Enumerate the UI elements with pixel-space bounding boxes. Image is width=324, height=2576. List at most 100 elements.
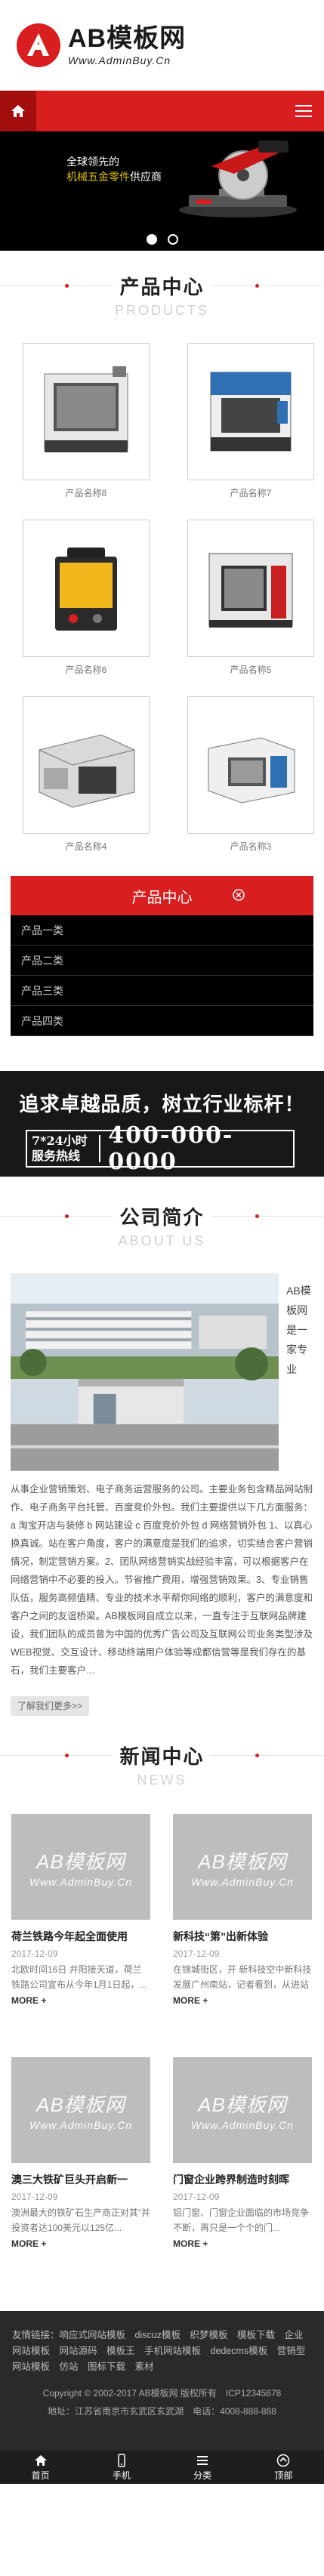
close-icon[interactable]: [232, 888, 245, 902]
news-thumb-watermark: AB模板网: [36, 1849, 125, 1873]
bottom-nav: 首页 手机 分类 顶部: [0, 2451, 324, 2484]
banner-highlight: 机械五金零件: [66, 171, 130, 183]
about-side-text: AB模板网是一家专业: [286, 1285, 311, 1375]
product-card[interactable]: 产品名称5: [187, 520, 314, 677]
hotline-label-line2: 服务热线: [32, 1149, 81, 1163]
category-item[interactable]: 产品一类: [11, 915, 313, 946]
logo-name: AB模板网: [68, 24, 187, 53]
bottom-nav-label: 手机: [112, 2470, 131, 2481]
product-image[interactable]: [187, 343, 314, 480]
about-title: 公司简介: [113, 1202, 211, 1230]
news-thumbnail[interactable]: AB模板网 Www.AdminBuy.Cn: [11, 1814, 150, 1920]
product-name[interactable]: 产品名称4: [23, 840, 150, 853]
product-name[interactable]: 产品名称6: [23, 663, 150, 677]
news-thumbnail[interactable]: AB模板网 Www.AdminBuy.Cn: [173, 1814, 312, 1920]
category-header[interactable]: 产品中心: [11, 876, 313, 915]
news-card[interactable]: AB模板网 Www.AdminBuy.Cn 门窗企业跨界制造时刻晖 2017-1…: [173, 2057, 312, 2300]
news-thumb-url: Www.AdminBuy.Cn: [29, 2118, 133, 2131]
home-icon: [11, 105, 25, 117]
news-title[interactable]: 门窗企业跨界制造时刻晖: [173, 2172, 312, 2189]
news-more-link[interactable]: MORE +: [173, 2238, 312, 2249]
product-image[interactable]: [187, 520, 314, 657]
hotline-number[interactable]: 400-000-0000: [108, 1122, 293, 1175]
product-card[interactable]: 产品名称4: [23, 696, 150, 853]
bottom-nav-label: 首页: [31, 2470, 50, 2481]
news-title[interactable]: 澳三大铁矿巨头开启新一: [11, 2172, 150, 2189]
news-heading: 新闻中心 NEWS: [0, 1716, 324, 1814]
arrow-up-icon: [277, 2454, 290, 2466]
product-image[interactable]: [23, 520, 150, 657]
menu-button[interactable]: [283, 91, 324, 131]
product-name[interactable]: 产品名称5: [187, 663, 314, 677]
list-icon: [197, 2455, 208, 2465]
about-heading: 公司简介 ABOUT US: [0, 1177, 324, 1273]
news-title[interactable]: 新科技“第”出新体验: [173, 1929, 312, 1945]
news-thumbnail[interactable]: AB模板网 Www.AdminBuy.Cn: [11, 2057, 150, 2163]
product-image[interactable]: [187, 696, 314, 834]
news-thumb-watermark: AB模板网: [198, 1849, 287, 1873]
products-title: 产品中心: [113, 272, 211, 300]
product-name[interactable]: 产品名称8: [23, 486, 150, 500]
product-image[interactable]: [23, 696, 150, 834]
bottom-nav-top[interactable]: 顶部: [243, 2451, 324, 2484]
news-thumb-watermark: AB模板网: [198, 2093, 287, 2116]
hotline-banner: 追求卓越品质，树立行业标杆！ 7*24小时 服务热线 400-000-0000: [0, 1071, 324, 1177]
phone-icon: [118, 2453, 125, 2467]
news-thumb-url: Www.AdminBuy.Cn: [190, 1875, 295, 1888]
banner-pager: [0, 228, 324, 251]
news-card[interactable]: AB模板网 Www.AdminBuy.Cn 新科技“第”出新体验 2017-12…: [173, 1814, 312, 2057]
site-footer: 友情链接：响应式网站模板 discuz模板 织梦模板 模板下载 企业网站模板 网…: [0, 2311, 324, 2451]
news-title[interactable]: 荷兰铁路今年起全面使用: [11, 1929, 150, 1945]
bottom-nav-category[interactable]: 分类: [162, 2451, 243, 2484]
news-thumbnail[interactable]: AB模板网 Www.AdminBuy.Cn: [173, 2057, 312, 2163]
banner-dot-2[interactable]: [167, 234, 178, 245]
banner-line2-post: 供应商: [130, 171, 162, 183]
category-title: 产品中心: [131, 889, 193, 906]
logo-icon[interactable]: [17, 23, 60, 67]
product-card[interactable]: 产品名称7: [187, 343, 314, 500]
bottom-nav-home[interactable]: 首页: [0, 2451, 81, 2484]
news-thumb-url: Www.AdminBuy.Cn: [29, 1875, 133, 1888]
product-image[interactable]: [23, 343, 150, 480]
about-more-button[interactable]: 了解我们更多>>: [11, 1696, 89, 1716]
category-item[interactable]: 产品四类: [11, 1006, 313, 1036]
news-more-link[interactable]: MORE +: [11, 2238, 150, 2249]
about-subtitle: ABOUT US: [112, 1233, 212, 1249]
hotline-label: 7*24小时 服务热线: [27, 1134, 99, 1164]
copyright-block: Copyright © 2002-2017 AB模板网 版权所有 ICP1234…: [12, 2384, 312, 2420]
top-navbar: [0, 91, 324, 131]
home-icon: [34, 2454, 47, 2466]
news-summary: 在锦城街区，开 新科技空中新科技发展广州南站，记者看到，从进站口到候...: [173, 1964, 312, 1990]
category-panel: 产品中心 产品一类 产品二类 产品三类 产品四类: [11, 876, 313, 1036]
news-title-heading: 新闻中心: [113, 1741, 211, 1769]
banner-dot-1[interactable]: [146, 234, 157, 245]
news-date: 2017-12-09: [11, 1948, 58, 1959]
news-more-link[interactable]: MORE +: [11, 1995, 150, 2006]
home-button[interactable]: [0, 91, 36, 131]
news-more-link[interactable]: MORE +: [173, 1995, 312, 2006]
friend-links-label: 友情链接：: [12, 2330, 60, 2340]
product-card[interactable]: 产品名称8: [23, 343, 150, 500]
bottom-nav-mobile[interactable]: 手机: [81, 2451, 162, 2484]
product-card[interactable]: 产品名称3: [187, 696, 314, 853]
copyright-text: Copyright © 2002-2017 AB模板网 版权所有 ICP1234…: [42, 2388, 282, 2399]
logo-text[interactable]: AB模板网 Www.AdminBuy.Cn: [68, 24, 186, 66]
product-card[interactable]: 产品名称6: [23, 520, 150, 677]
hotline-slogan: 追求卓越品质，树立行业标杆！: [19, 1094, 305, 1116]
category-item[interactable]: 产品三类: [11, 976, 313, 1006]
hero-banner[interactable]: 全球领先的 机械五金零件供应商: [0, 131, 324, 228]
products-heading: 产品中心 PRODUCTS: [0, 251, 324, 343]
category-item[interactable]: 产品二类: [11, 946, 313, 976]
news-card[interactable]: AB模板网 Www.AdminBuy.Cn 荷兰铁路今年起全面使用 2017-1…: [11, 1814, 150, 2057]
hotline-label-line1: 7*24小时: [32, 1134, 88, 1148]
hotline-box[interactable]: 7*24小时 服务热线 400-000-0000: [26, 1122, 295, 1175]
news-card[interactable]: AB模板网 Www.AdminBuy.Cn 澳三大铁矿巨头开启新一 2017-1…: [11, 2057, 150, 2300]
hotline-divider: [99, 1135, 101, 1162]
friend-links: 友情链接：响应式网站模板 discuz模板 织梦模板 模板下载 企业网站模板 网…: [12, 2328, 312, 2375]
company-building-image: [11, 1273, 279, 1471]
product-name[interactable]: 产品名称3: [187, 840, 314, 853]
news-summary: 澳洲最大的铁矿石生产商正对其“并投资者达100美元以125亿...: [11, 2207, 150, 2233]
about-content: AB模板网是一家专业: [0, 1273, 324, 1471]
product-name[interactable]: 产品名称7: [187, 486, 314, 500]
products-subtitle: PRODUCTS: [108, 303, 215, 319]
